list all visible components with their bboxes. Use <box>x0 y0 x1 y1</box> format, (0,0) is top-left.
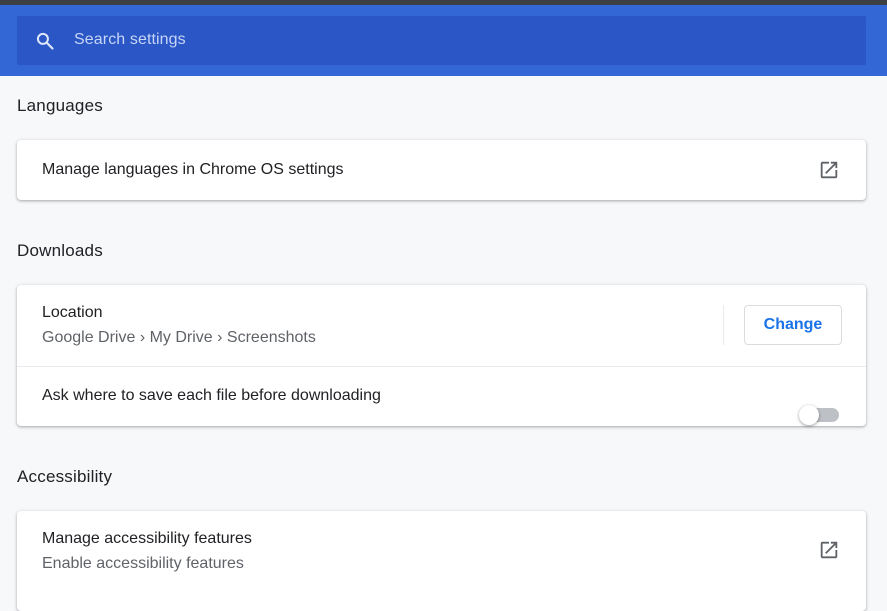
search-bar[interactable]: Search settings <box>17 16 866 65</box>
location-path: Google Drive › My Drive › Screenshots <box>42 329 316 346</box>
location-label: Location <box>42 304 103 321</box>
accessibility-section-title: Accessibility <box>17 467 113 486</box>
ask-where-to-save-toggle[interactable] <box>799 404 839 426</box>
external-link-icon[interactable] <box>818 159 840 181</box>
languages-card: Manage languages in Chrome OS settings <box>17 140 866 200</box>
languages-section-title: Languages <box>17 96 103 115</box>
manage-languages-link[interactable]: Manage languages in Chrome OS settings <box>42 161 344 179</box>
manage-accessibility-subtitle: Enable accessibility features <box>42 555 244 572</box>
search-icon[interactable] <box>35 31 55 51</box>
accessibility-card: Manage accessibility features Enable acc… <box>17 511 866 611</box>
downloads-card: Location Google Drive › My Drive › Scree… <box>17 285 866 426</box>
settings-header: Search settings <box>0 0 887 76</box>
ask-where-to-save-label: Ask where to save each file before downl… <box>42 387 381 404</box>
downloads-section-title: Downloads <box>17 241 103 260</box>
vertical-separator <box>723 305 724 345</box>
row-divider <box>17 366 866 367</box>
external-link-icon[interactable] <box>818 539 840 561</box>
change-location-button[interactable]: Change <box>744 305 842 345</box>
search-input[interactable]: Search settings <box>74 31 186 49</box>
manage-accessibility-link[interactable]: Manage accessibility features <box>42 530 252 548</box>
toggle-knob <box>799 405 819 425</box>
